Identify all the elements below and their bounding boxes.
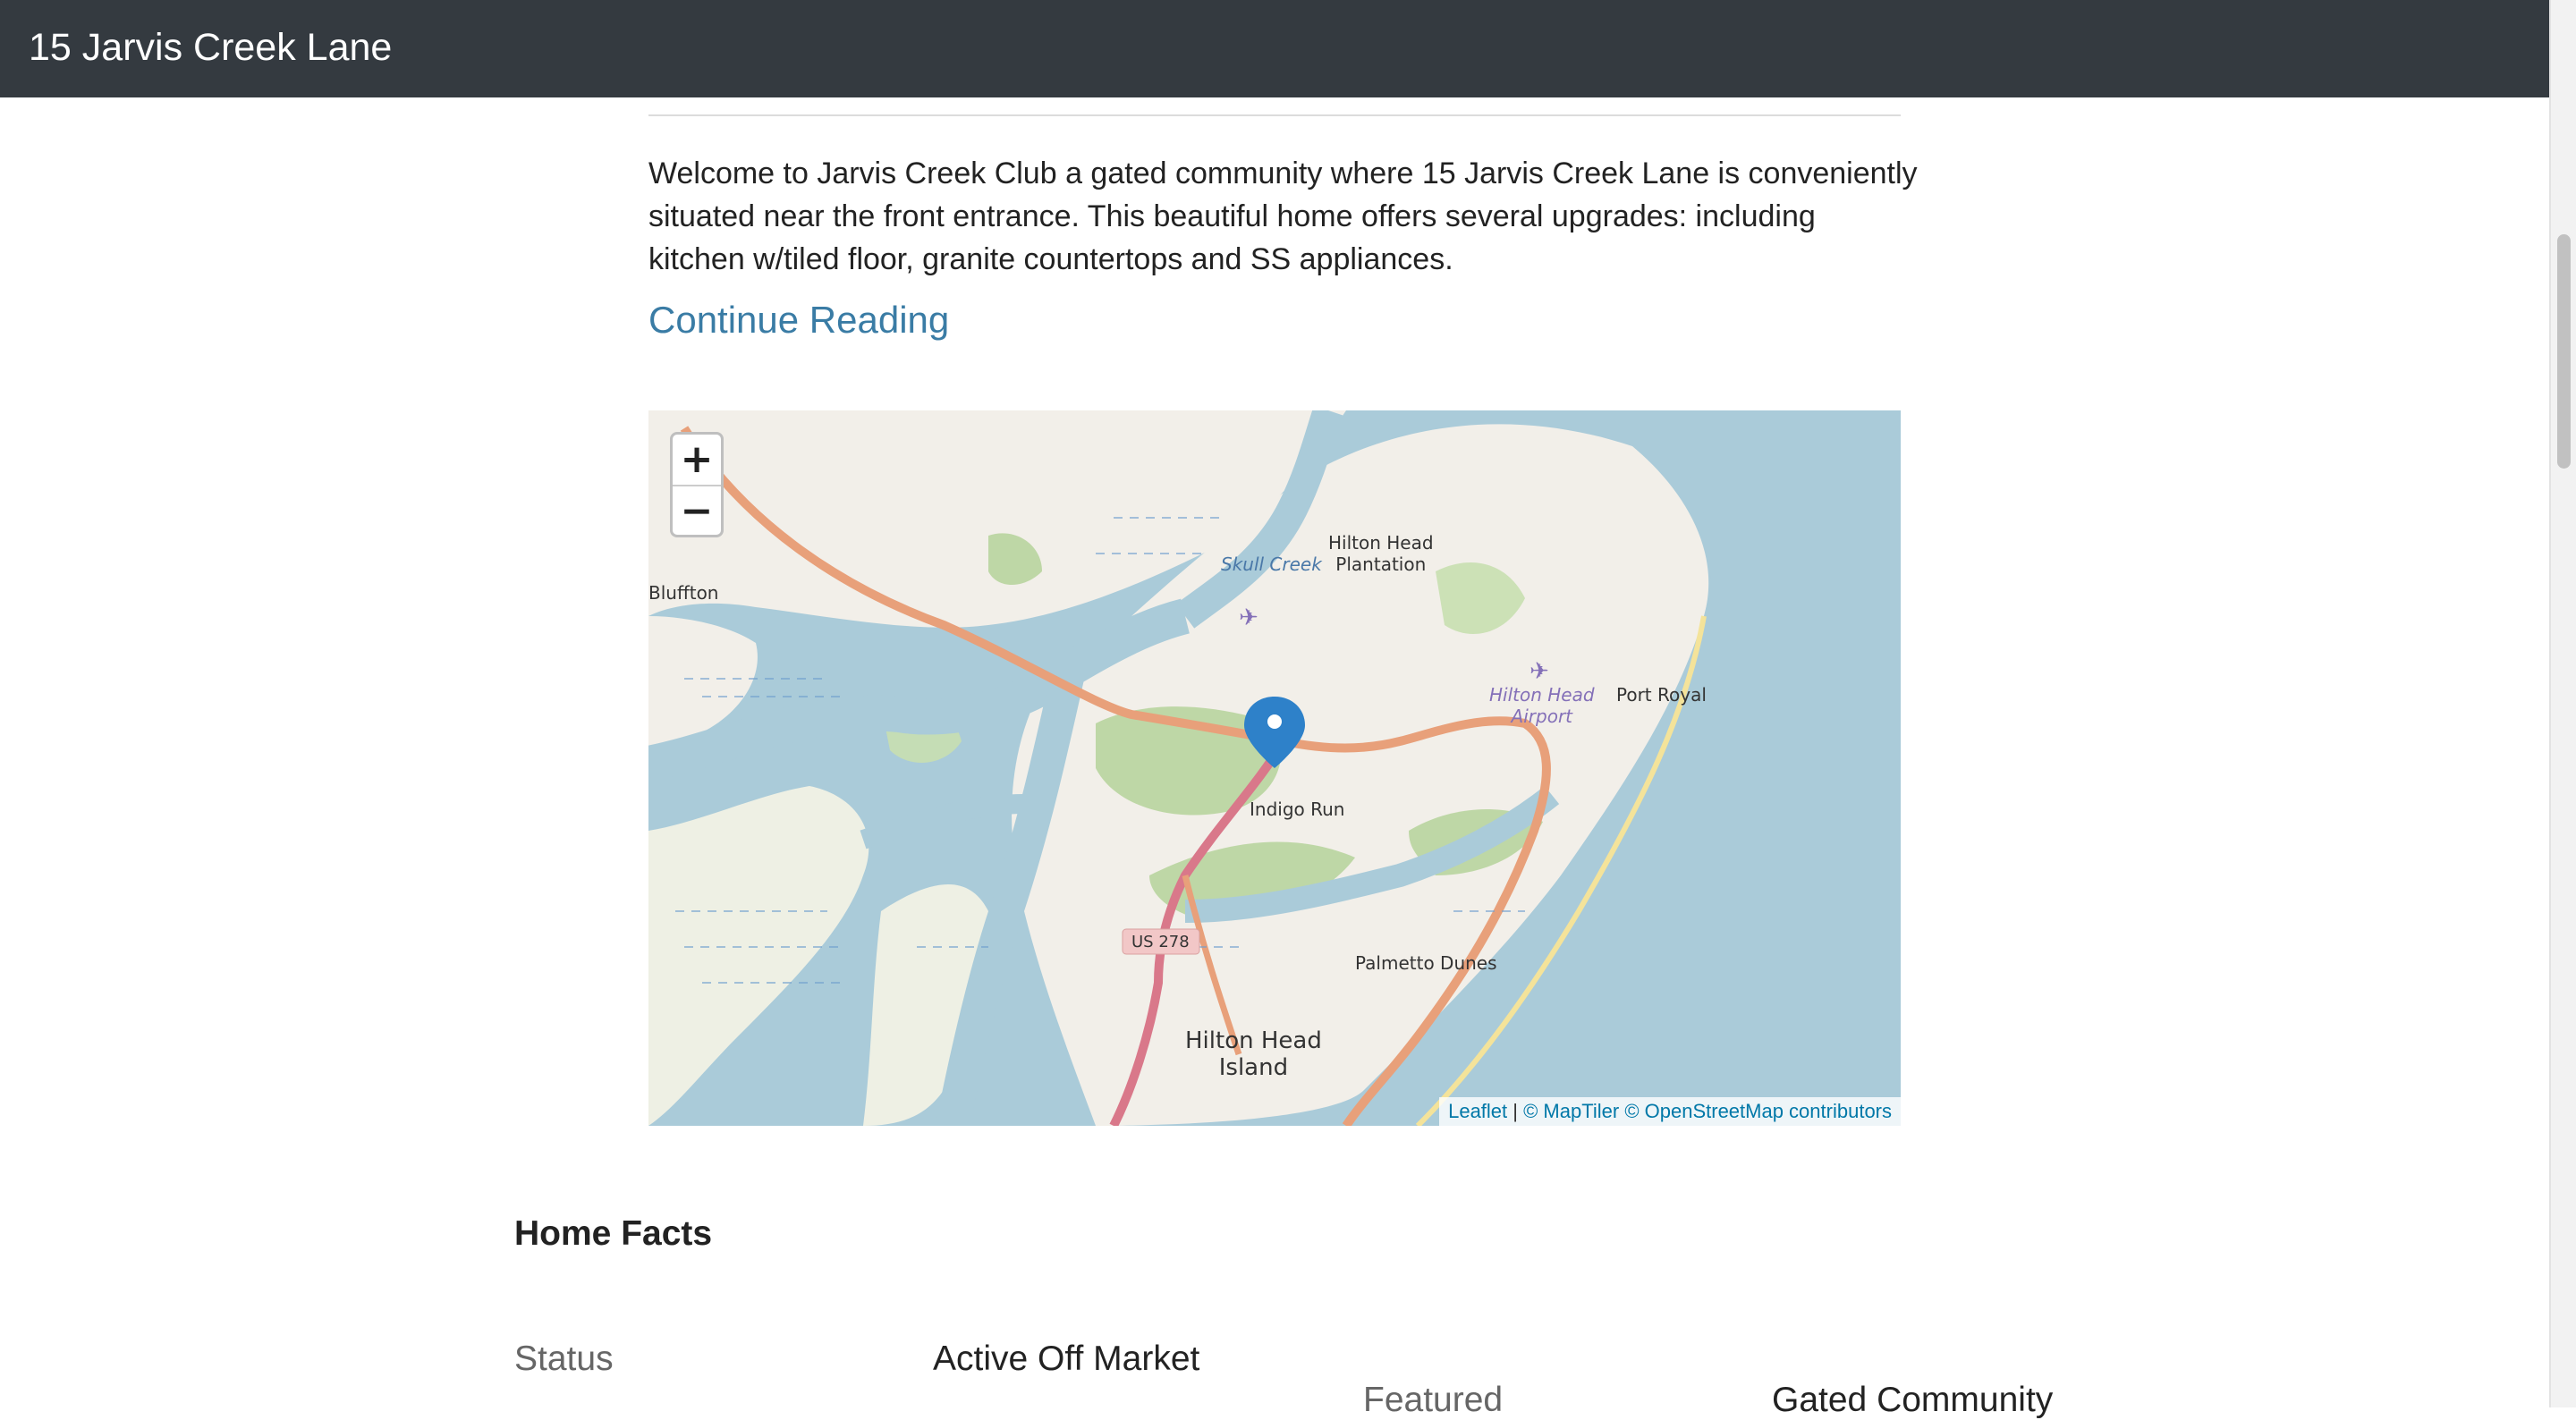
zoom-control: + − <box>670 432 724 537</box>
featured-label: Featured <box>1363 1381 1504 1419</box>
scrollbar-thumb[interactable] <box>2557 234 2571 469</box>
map-label-us278: US 278 <box>1131 933 1190 951</box>
map-label-bluffton: Bluffton <box>648 582 719 604</box>
map-label-port-royal: Port Royal <box>1616 684 1707 706</box>
map-label-hilton-head-island: Hilton Head Island <box>1185 1027 1322 1081</box>
page-scrollbar[interactable] <box>2549 0 2576 1407</box>
home-facts-heading: Home Facts <box>514 1214 713 1253</box>
zoom-in-button[interactable]: + <box>673 435 721 486</box>
status-value: Active Off Market <box>933 1340 1200 1378</box>
featured-value: Gated Community <box>1772 1381 2054 1419</box>
listing-description: Welcome to Jarvis Creek Club a gated com… <box>648 156 1918 276</box>
section-divider <box>648 114 1901 116</box>
top-navbar: 15 Jarvis Creek Lane <box>0 0 2549 97</box>
airport-icon: ✈ <box>1239 604 1258 631</box>
map-label-palmetto-dunes: Palmetto Dunes <box>1355 952 1497 974</box>
location-map[interactable]: ✈ ✈ Hilton Head Plantation Bluffton Skul… <box>648 410 1901 1126</box>
airport-icon: ✈ <box>1530 658 1549 685</box>
maptiler-link[interactable]: © MapTiler <box>1523 1100 1619 1122</box>
map-attribution: Leaflet | © MapTiler © OpenStreetMap con… <box>1439 1097 1901 1126</box>
attribution-separator: | <box>1507 1100 1524 1122</box>
map-label-skull-creek: Skull Creek <box>1221 554 1322 575</box>
page-title[interactable]: 15 Jarvis Creek Lane <box>29 23 392 72</box>
status-label: Status <box>514 1340 614 1378</box>
leaflet-link[interactable]: Leaflet <box>1448 1100 1507 1122</box>
continue-reading-link[interactable]: Continue Reading <box>648 295 949 345</box>
map-label-hilton-head-plantation: Hilton Head Plantation <box>1328 532 1434 575</box>
osm-link[interactable]: © OpenStreetMap contributors <box>1624 1100 1892 1122</box>
map-label-indigo-run: Indigo Run <box>1250 799 1345 820</box>
map-tiles[interactable]: ✈ ✈ <box>648 410 1901 1126</box>
map-label-airport: Hilton Head Airport <box>1489 684 1595 727</box>
zoom-out-button[interactable]: − <box>673 486 721 537</box>
